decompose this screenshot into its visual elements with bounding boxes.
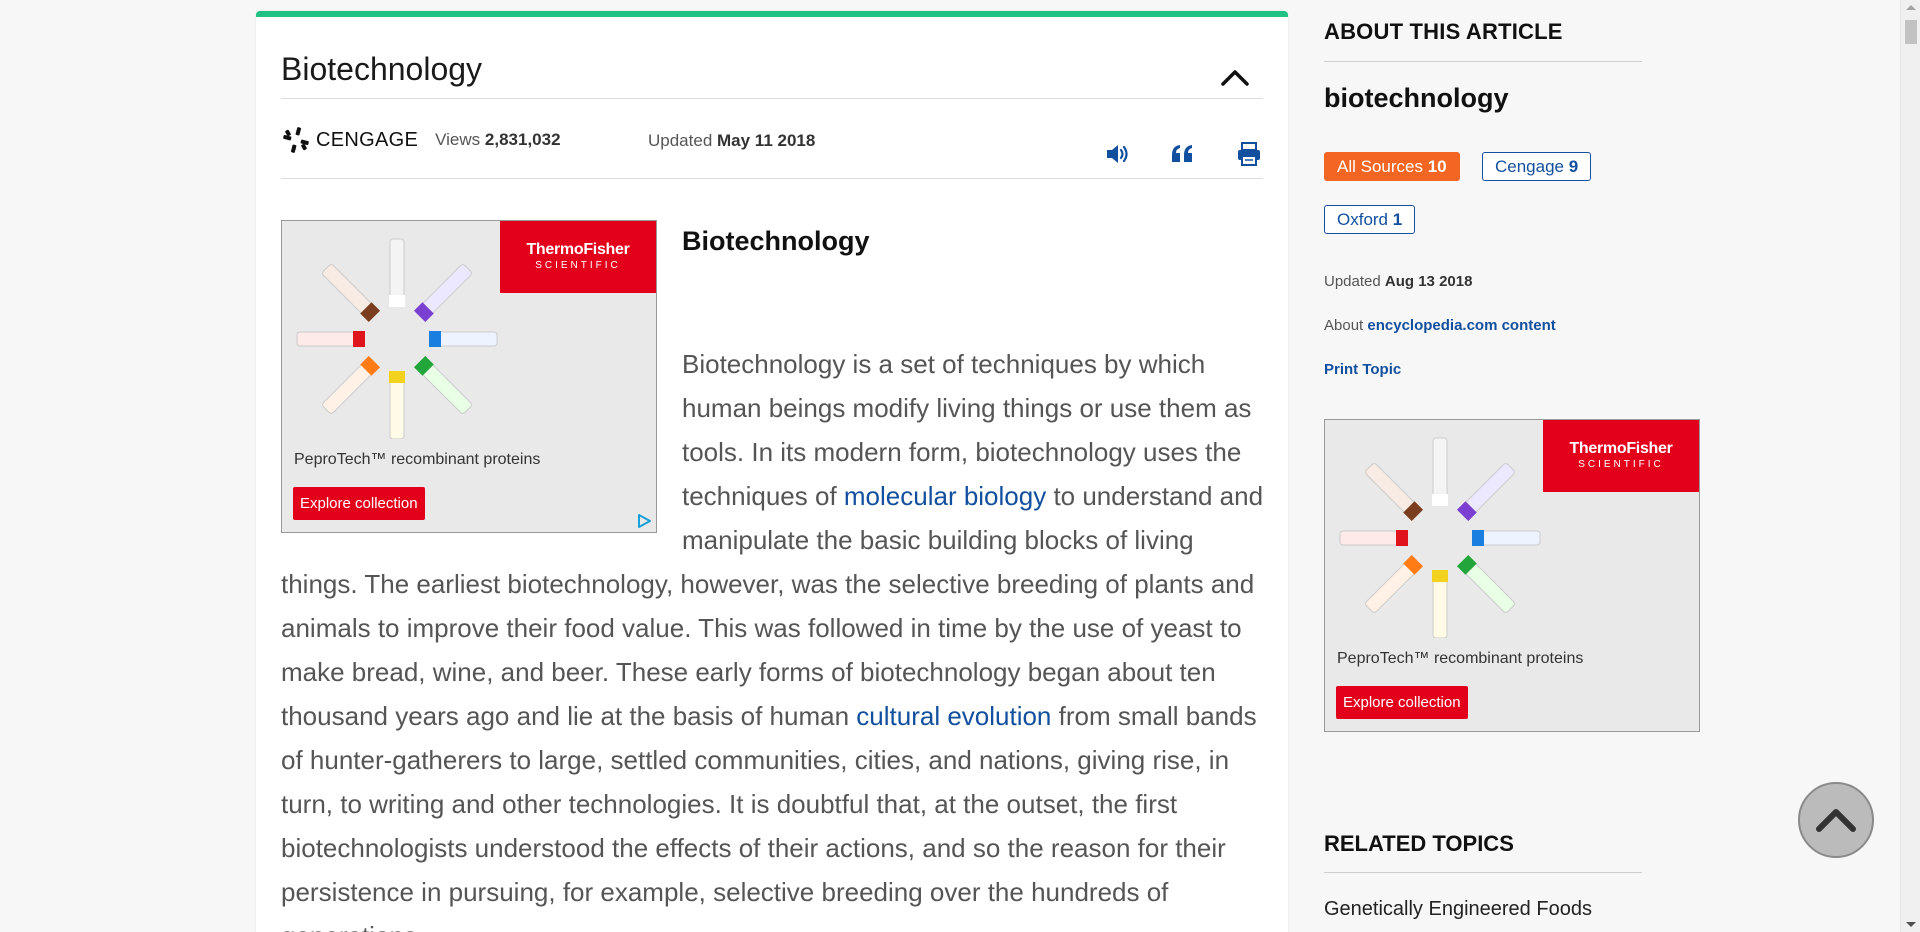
divider xyxy=(1324,872,1642,873)
sidebar-advertisement[interactable]: ThermoFisher SCIENTIFIC PeproTech™ recom… xyxy=(1324,419,1700,732)
scrollbar-thumb[interactable] xyxy=(1905,20,1917,44)
source-name: CENGAGE xyxy=(316,128,419,151)
related-topics-heading: RELATED TOPICS xyxy=(1324,831,1514,856)
divider xyxy=(281,98,1263,99)
page-scrollbar[interactable] xyxy=(1900,0,1920,932)
related-topic-item[interactable]: Genetically Engineered Foods xyxy=(1324,898,1592,921)
quote-icon[interactable] xyxy=(1170,141,1196,167)
ad-caption: PeproTech™ recombinant proteins xyxy=(1337,650,1584,667)
collapse-button[interactable] xyxy=(1217,62,1253,92)
article-card: Biotechnology CENGAGE Views 2,831,032 Up… xyxy=(256,11,1288,932)
chevron-up-icon xyxy=(1221,70,1249,86)
link-cultural-evolution[interactable]: cultural evolution xyxy=(856,701,1051,731)
scroll-up-arrow-icon[interactable] xyxy=(1906,5,1916,10)
source-row: CENGAGE Views 2,831,032 xyxy=(281,125,561,155)
views-count: Views 2,831,032 xyxy=(435,130,561,149)
divider xyxy=(281,178,1263,179)
product-image xyxy=(1339,437,1541,638)
page-title: Biotechnology xyxy=(281,51,483,87)
divider xyxy=(1324,61,1642,62)
link-molecular-biology[interactable]: molecular biology xyxy=(844,481,1046,511)
print-topic-link[interactable]: Print Topic xyxy=(1324,361,1401,378)
scroll-down-arrow-icon[interactable] xyxy=(1906,922,1916,927)
updated-date: Updated May 11 2018 xyxy=(648,131,816,150)
article-heading: Biotechnology xyxy=(682,226,870,256)
about-content-link[interactable]: encyclopedia.com content xyxy=(1367,317,1555,334)
cengage-logo[interactable]: CENGAGE xyxy=(281,125,418,155)
chip-all-sources[interactable]: All Sources 10 xyxy=(1324,152,1460,181)
sidebar-updated: Updated Aug 13 2018 xyxy=(1324,273,1473,290)
chevron-up-icon xyxy=(1816,809,1856,832)
cengage-mark-icon xyxy=(283,127,309,153)
chip-oxford[interactable]: Oxford 1 xyxy=(1324,205,1416,234)
thermofisher-logo: ThermoFisher SCIENTIFIC xyxy=(500,221,656,293)
sidebar-topic-title: biotechnology xyxy=(1324,83,1509,113)
back-to-top-button[interactable] xyxy=(1798,782,1874,858)
explore-collection-button[interactable]: Explore collection xyxy=(1336,686,1468,719)
speaker-icon[interactable] xyxy=(1104,141,1130,167)
chip-cengage[interactable]: Cengage 9 xyxy=(1482,152,1592,181)
article-tools xyxy=(1104,141,1262,167)
thermofisher-logo: ThermoFisher SCIENTIFIC xyxy=(1543,420,1699,492)
printer-icon[interactable] xyxy=(1236,141,1262,167)
sidebar-about: About encyclopedia.com content xyxy=(1324,317,1556,334)
about-article-heading: ABOUT THIS ARTICLE xyxy=(1324,19,1563,44)
article-body: Biotechnology is a set of techniques by … xyxy=(281,349,1264,932)
